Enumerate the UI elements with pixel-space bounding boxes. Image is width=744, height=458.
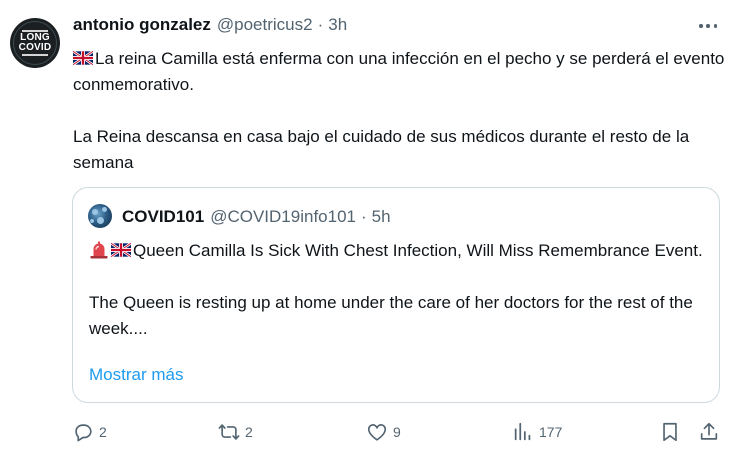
bookmark-button[interactable] xyxy=(659,418,681,446)
quoted-tweet[interactable]: COVID101 @COVID19info101 · 5h Queen Cami… xyxy=(72,187,720,403)
quote-text-line1: Queen Camilla Is Sick With Chest Infecti… xyxy=(133,241,703,260)
quote-timestamp[interactable]: 5h xyxy=(372,207,391,227)
tweet-text-line1: La reina Camilla está enferma con una in… xyxy=(73,49,730,94)
reply-icon xyxy=(75,424,92,442)
like-count: 9 xyxy=(393,424,401,440)
repost-count: 2 xyxy=(245,424,253,440)
author-handle[interactable]: @poetricus2 xyxy=(217,15,313,35)
reply-count: 2 xyxy=(99,424,107,440)
tweet-text-line2: La Reina descansa en casa bajo el cuidad… xyxy=(73,127,694,172)
quote-author-name[interactable]: COVID101 xyxy=(122,207,204,227)
tweet-text: La reina Camilla está enferma con una in… xyxy=(73,46,733,176)
uk-flag-icon xyxy=(73,51,93,65)
reply-button[interactable]: 2 xyxy=(72,418,107,446)
avatar-text-covid: COVID xyxy=(18,42,52,53)
views-icon xyxy=(514,422,531,441)
bookmark-icon xyxy=(663,422,677,442)
siren-icon xyxy=(90,241,108,259)
share-button[interactable] xyxy=(698,418,720,446)
quote-text-line2: The Queen is resting up at home under th… xyxy=(89,293,698,338)
show-more-link[interactable]: Mostrar más xyxy=(89,365,183,385)
author-name[interactable]: antonio gonzalez xyxy=(73,15,211,35)
quote-text: Queen Camilla Is Sick With Chest Infecti… xyxy=(89,238,709,342)
author-avatar[interactable]: LONG COVID xyxy=(10,18,60,68)
views-button[interactable]: 177 xyxy=(512,418,562,446)
more-icon[interactable] xyxy=(697,18,719,34)
action-bar: 2 2 9 177 xyxy=(72,418,722,446)
quote-author-handle[interactable]: @COVID19info101 xyxy=(210,207,356,227)
tweet-timestamp[interactable]: 3h xyxy=(328,15,347,35)
tweet[interactable]: LONG COVID antonio gonzalez @poetricus2 … xyxy=(0,0,744,458)
repost-button[interactable]: 2 xyxy=(218,418,253,446)
header-separator: · xyxy=(317,15,324,34)
quote-author-avatar[interactable] xyxy=(88,204,112,228)
views-count: 177 xyxy=(539,424,563,440)
quote-header: COVID101 @COVID19info101 · 5h xyxy=(122,207,391,227)
like-button[interactable]: 9 xyxy=(366,418,401,446)
repost-icon xyxy=(218,424,240,440)
share-icon xyxy=(700,422,718,440)
tweet-header: antonio gonzalez @poetricus2 · 3h xyxy=(73,14,347,36)
heart-icon xyxy=(367,424,387,441)
quote-header-separator: · xyxy=(360,207,367,226)
uk-flag-icon xyxy=(111,243,131,257)
